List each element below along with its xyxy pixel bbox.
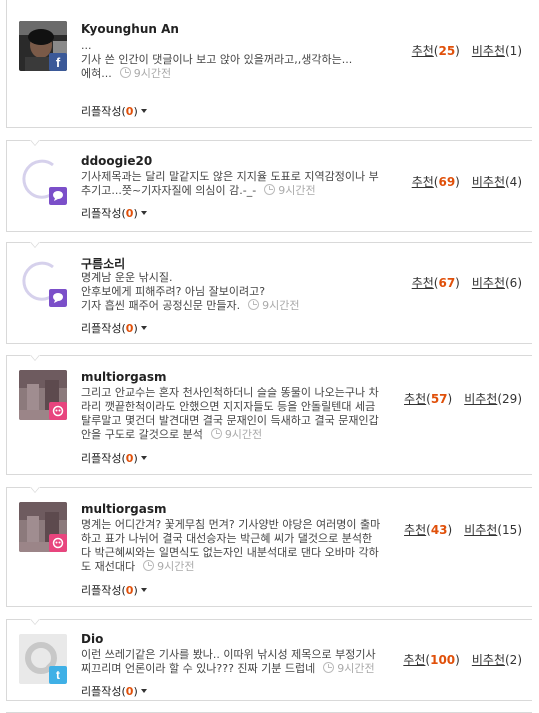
comment-time: 9시간전 (224, 428, 263, 441)
comment-username[interactable]: 구름소리 (81, 255, 125, 272)
reply-write-button[interactable]: 리플작성(0) (81, 450, 147, 466)
dropdown-caret-icon (140, 689, 147, 693)
notch (30, 487, 40, 493)
clock-icon (248, 299, 260, 310)
comment-item: multiorgasm 명계는 어디간겨? 꽃게무침 먼겨? 기사양반 야당은 … (6, 487, 532, 607)
dropdown-caret-icon (140, 326, 147, 330)
avatar[interactable]: f (19, 21, 67, 71)
avatar[interactable] (19, 502, 67, 552)
comment-text: 그리고 안교수는 혼자 천사인척하더니 슬슬 똥물이 나오는구나 차 라리 깻끝… (81, 386, 379, 441)
comment-time: 9시간전 (133, 67, 172, 80)
vote-controls: 추천(25) 비추천(1) (412, 42, 522, 59)
not-recommend-button[interactable]: 비추천(4) (472, 175, 522, 189)
reply-write-button[interactable]: 리플작성(0) (81, 582, 147, 598)
comment-text: ... 기사 쓴 인간이 댓글이나 보고 앉아 있을꺼라고,,생각하는... 에… (81, 39, 353, 80)
comment-username[interactable]: multiorgasm (81, 370, 167, 384)
comment-text: 이런 쓰레기같은 기사를 봤나.. 이따위 낚시성 제목으로 부정기사 찌끄리며… (81, 648, 376, 675)
reply-write-button[interactable]: 리플작성(0) (81, 205, 147, 221)
dropdown-caret-icon (140, 109, 147, 113)
not-recommend-button[interactable]: 비추천(29) (464, 392, 522, 406)
vote-controls: 추천(43) 비추천(15) (404, 521, 522, 538)
dropdown-caret-icon (140, 211, 147, 215)
recommend-button[interactable]: 추천(67) (412, 276, 460, 290)
comment-time: 9시간전 (278, 184, 316, 197)
comment-time: 9시간전 (157, 560, 195, 573)
reply-write-button[interactable]: 리플작성(0) (81, 320, 147, 336)
yozm-icon (49, 187, 67, 205)
vote-controls: 추천(57) 비추천(29) (404, 390, 522, 407)
notch (30, 355, 40, 361)
clock-icon (210, 428, 222, 439)
comment-text: 기사제목과는 달리 말같지도 않은 지지율 도표로 지역감정이나 부 추기고..… (81, 170, 379, 197)
comment-username[interactable]: Dio (81, 632, 103, 646)
not-recommend-button[interactable]: 비추천(6) (472, 276, 522, 290)
vote-controls: 추천(69) 비추천(4) (412, 173, 522, 190)
avatar[interactable] (19, 257, 67, 307)
comment-item: 구름소리 명계남 운운 낚시질. 안후보에게 피해주려? 아님 잘보이려고? 기… (6, 242, 532, 344)
avatar[interactable]: t (19, 634, 67, 684)
not-recommend-button[interactable]: 비추천(1) (472, 44, 522, 58)
comment-text: 명계남 운운 낚시질. 안후보에게 피해주려? 아님 잘보이려고? 기자 흡씬 … (81, 271, 300, 312)
avatar[interactable] (19, 155, 67, 205)
yozm-icon (49, 289, 67, 307)
comment-username[interactable]: ddoogie20 (81, 154, 152, 168)
facebook-icon: f (49, 53, 67, 71)
comment-item: f Kyounghun An ... 기사 쓴 인간이 댓글이나 보고 앉아 있… (6, 0, 532, 128)
recommend-button[interactable]: 추천(69) (412, 175, 460, 189)
twitter-icon: t (49, 666, 67, 684)
comment-time: 9시간전 (262, 299, 300, 312)
mypeople-icon (49, 402, 67, 420)
comment-time: 9시간전 (337, 662, 375, 675)
not-recommend-button[interactable]: 비추천(2) (472, 653, 522, 667)
reply-write-button[interactable]: 리플작성(0) (81, 103, 147, 119)
notch (30, 242, 40, 248)
mypeople-icon (49, 534, 67, 552)
comment-item: t Dio 이런 쓰레기같은 기사를 봤나.. 이따위 낚시성 제목으로 부정기… (6, 619, 532, 701)
clock-icon (264, 184, 276, 195)
recommend-button[interactable]: 추천(25) (412, 44, 460, 58)
recommend-button[interactable]: 추천(43) (404, 523, 452, 537)
clock-icon (119, 67, 131, 78)
comment-username[interactable]: multiorgasm (81, 502, 167, 516)
recommend-button[interactable]: 추천(57) (404, 392, 452, 406)
avatar[interactable] (19, 370, 67, 420)
comment-item: ddoogie20 기사제목과는 달리 말같지도 않은 지지율 도표로 지역감정… (6, 140, 532, 232)
clock-icon (323, 662, 335, 673)
comment-username[interactable]: Kyounghun An (81, 22, 179, 36)
comment-text: 명계는 어디간겨? 꽃게무침 먼겨? 기사양반 야당은 여러명이 출마 하고 표… (81, 518, 381, 573)
not-recommend-button[interactable]: 비추천(15) (464, 523, 522, 537)
dropdown-caret-icon (140, 588, 147, 592)
reply-write-button[interactable]: 리플작성(0) (81, 683, 147, 699)
notch (30, 140, 40, 146)
notch (30, 619, 40, 625)
recommend-button[interactable]: 추천(100) (403, 653, 460, 667)
dropdown-caret-icon (140, 456, 147, 460)
vote-controls: 추천(100) 비추천(2) (403, 651, 522, 668)
list-bottom-border (6, 704, 532, 713)
clock-icon (143, 560, 155, 571)
comment-item: multiorgasm 그리고 안교수는 혼자 천사인척하더니 슬슬 똥물이 나… (6, 355, 532, 475)
vote-controls: 추천(67) 비추천(6) (412, 274, 522, 291)
